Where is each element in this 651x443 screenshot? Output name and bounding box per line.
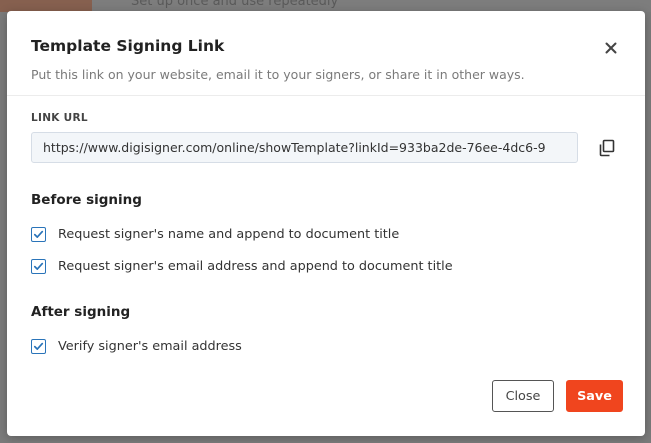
checkmark-icon bbox=[33, 230, 44, 238]
close-icon[interactable] bbox=[601, 38, 621, 58]
verify-email-label: Verify signer's email address bbox=[58, 338, 242, 354]
dialog-title: Template Signing Link bbox=[31, 37, 225, 55]
request-email-checkbox[interactable] bbox=[31, 258, 46, 274]
header-divider bbox=[7, 95, 645, 96]
save-button[interactable]: Save bbox=[566, 380, 623, 412]
background-text: Set up once and use repeatedly bbox=[131, 0, 339, 9]
request-email-option[interactable]: Request signer's email address and appen… bbox=[31, 257, 453, 275]
link-url-label: LINK URL bbox=[31, 112, 88, 124]
verify-email-checkbox[interactable] bbox=[31, 338, 46, 354]
dialog-subtitle: Put this link on your website, email it … bbox=[31, 67, 525, 82]
link-url-input[interactable] bbox=[31, 132, 578, 163]
before-signing-heading: Before signing bbox=[31, 192, 142, 208]
request-name-checkbox[interactable] bbox=[31, 226, 46, 242]
verify-email-option[interactable]: Verify signer's email address bbox=[31, 337, 242, 355]
request-email-label: Request signer's email address and appen… bbox=[58, 258, 453, 274]
request-name-option[interactable]: Request signer's name and append to docu… bbox=[31, 225, 399, 243]
copy-icon[interactable] bbox=[596, 137, 618, 159]
checkmark-icon bbox=[33, 262, 44, 270]
checkmark-icon bbox=[33, 342, 44, 350]
after-signing-heading: After signing bbox=[31, 304, 131, 320]
template-signing-link-dialog: Template Signing Link Put this link on y… bbox=[7, 11, 645, 436]
request-name-label: Request signer's name and append to docu… bbox=[58, 226, 400, 242]
close-button[interactable]: Close bbox=[492, 380, 554, 412]
